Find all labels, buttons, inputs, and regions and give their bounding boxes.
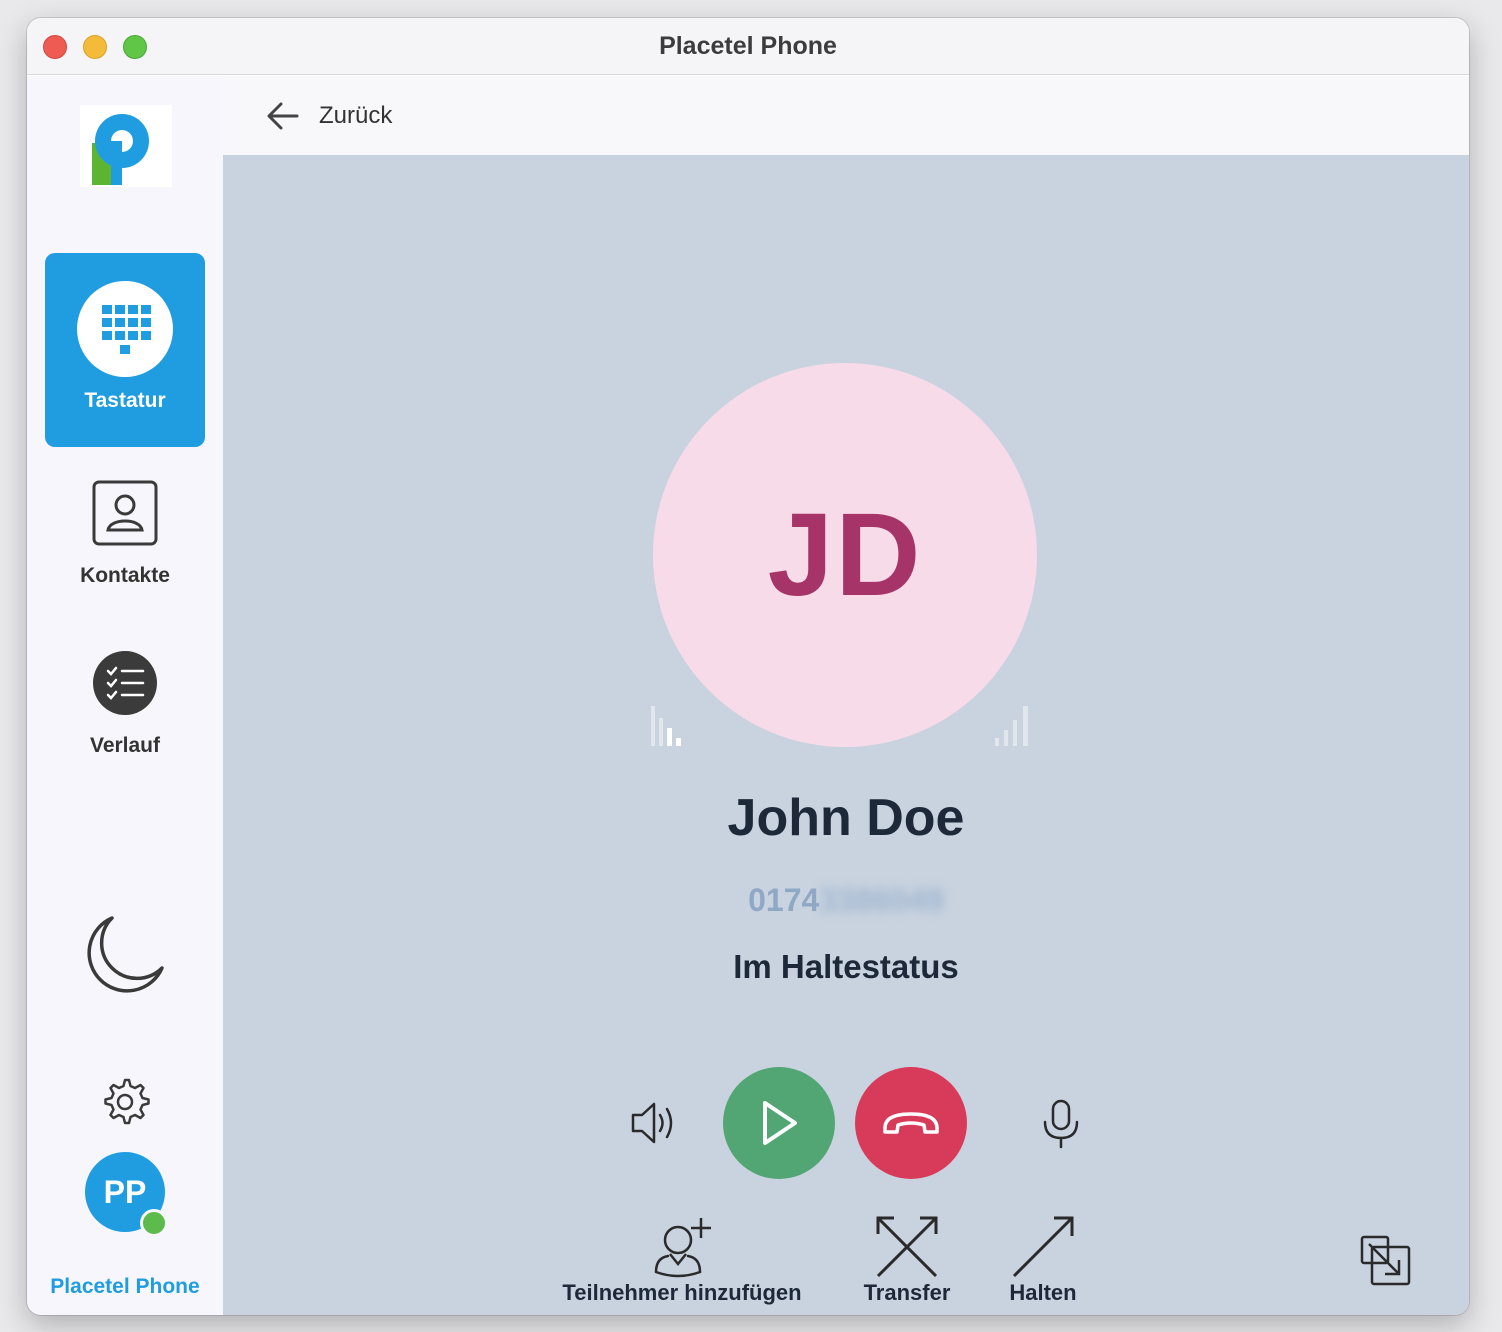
- caller-number: 01743386049: [223, 882, 1469, 919]
- profile-name: Placetel Phone: [50, 1275, 200, 1298]
- minimize-to-window-icon[interactable]: [1359, 1234, 1413, 1288]
- back-button[interactable]: Zurück: [265, 98, 392, 134]
- add-user-icon: [654, 1218, 711, 1278]
- settings-gear-icon[interactable]: [100, 1076, 150, 1126]
- caller-number-redacted: 3386049: [819, 882, 944, 918]
- profile-initials: PP: [103, 1173, 147, 1210]
- placetel-logo: [80, 105, 172, 187]
- audio-level-right-icon: [995, 706, 1028, 746]
- dark-mode-moon-icon[interactable]: [82, 914, 166, 998]
- history-icon: [93, 651, 157, 715]
- speaker-icon[interactable]: [629, 1098, 679, 1148]
- sidebar-item-tastatur[interactable]: Tastatur: [45, 253, 205, 447]
- sidebar-item-label: Tastatur: [84, 389, 166, 412]
- transfer-label: Transfer: [863, 1280, 951, 1305]
- hangup-button[interactable]: [855, 1067, 967, 1179]
- sidebar-item-kontakte[interactable]: Kontakte: [45, 472, 205, 612]
- caller-name: John Doe: [727, 789, 965, 847]
- online-status-dot: [140, 1209, 168, 1237]
- hangup-phone-icon: [883, 1112, 939, 1134]
- contacts-icon: [92, 480, 158, 546]
- hold-label: Halten: [1009, 1280, 1077, 1305]
- sidebar-item-verlauf[interactable]: Verlauf: [45, 650, 205, 790]
- arrow-up-right-icon: [1012, 1216, 1074, 1278]
- add-participant-label: Teilnehmer hinzufügen: [562, 1280, 802, 1305]
- back-label: Zurück: [319, 102, 393, 129]
- arrow-left-icon: [267, 102, 299, 130]
- window-title: Placetel Phone: [659, 32, 837, 60]
- sidebar-item-label: Kontakte: [80, 564, 170, 587]
- sidebar-item-label: Verlauf: [89, 734, 161, 757]
- call-status: Im Haltestatus: [733, 948, 959, 985]
- caller-initials: JD: [767, 489, 923, 621]
- audio-level-left-icon: [651, 706, 681, 746]
- add-participant-button[interactable]: Teilnehmer hinzufügen: [562, 1214, 802, 1306]
- dialpad-icon: [77, 281, 173, 377]
- play-icon: [763, 1101, 797, 1145]
- resume-call-button[interactable]: [723, 1067, 835, 1179]
- hold-button[interactable]: Halten: [993, 1214, 1093, 1306]
- transfer-button[interactable]: Transfer: [847, 1214, 967, 1306]
- caller-number-visible: 0174: [748, 882, 820, 918]
- caller-avatar: JD: [653, 363, 1037, 747]
- title-bar: Placetel Phone: [27, 18, 1469, 75]
- call-screen: Zurück JD John Doe 01743386049 Im Haltes…: [223, 76, 1469, 1315]
- app-window: Placetel Phone Tastatur Kontakte Verlauf…: [27, 18, 1469, 1315]
- top-bar: Zurück: [223, 76, 1469, 155]
- sidebar: Tastatur Kontakte Verlauf PP Placetel Ph…: [27, 76, 223, 1315]
- microphone-icon[interactable]: [1041, 1098, 1081, 1150]
- transfer-arrows-icon: [876, 1216, 938, 1278]
